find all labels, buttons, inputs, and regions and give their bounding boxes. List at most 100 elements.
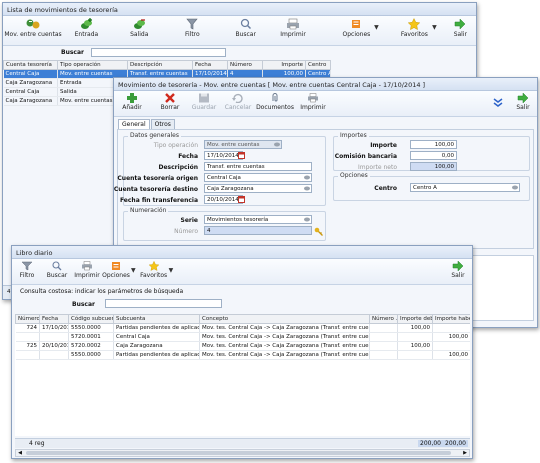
delete-icon (165, 93, 175, 103)
col-numero-asiento[interactable]: Número ... (15, 314, 40, 324)
documentos-button[interactable]: Documentos (256, 93, 294, 111)
centro-field[interactable]: Centro A (410, 183, 520, 192)
col-cuenta[interactable]: Cuenta tesorería (3, 60, 58, 70)
libro-favoritos-button[interactable]: Favoritos (140, 261, 168, 279)
opciones-button[interactable]: Opciones (339, 18, 374, 38)
numero-field[interactable]: 4 (204, 226, 312, 235)
libro-opciones-dropdown-arrow[interactable]: ▼ (131, 267, 136, 274)
descripcion-field[interactable]: Transf. entre cuentas (204, 162, 312, 171)
opciones-label: Opciones (342, 31, 371, 38)
col-fecha[interactable]: Fecha (39, 314, 69, 324)
scroll-right-icon[interactable]: ▶ (461, 450, 469, 456)
descripcion-label: Descripción (158, 164, 199, 171)
borrar-button[interactable]: Borrar (156, 93, 184, 111)
salir-label: Salir (453, 31, 467, 38)
scroll-left-icon[interactable]: ◀ (16, 450, 24, 456)
salir-button[interactable]: Salir (449, 18, 472, 38)
tab-general[interactable]: General (118, 119, 150, 129)
exit-arrow-icon (517, 93, 529, 103)
filter-icon (186, 18, 198, 30)
col-importe[interactable]: Importe (262, 60, 306, 70)
destino-field[interactable]: Caja Zaragozana (204, 184, 312, 193)
opciones-group-title: Opciones (338, 172, 370, 179)
col-subcuenta[interactable]: Subcuenta (113, 314, 200, 324)
libro-buscar-button[interactable]: Buscar (44, 261, 70, 279)
cell-subcuenta: Caja Zaragozana (113, 341, 200, 351)
col-numero-doc[interactable]: Número ... (369, 314, 398, 324)
filtro-button[interactable]: Filtro (175, 18, 210, 38)
mov-entre-cuentas-button[interactable]: Mov. entre cuentas (4, 18, 62, 38)
coins-out-icon (134, 19, 146, 29)
imprimir-button[interactable]: Imprimir (275, 18, 310, 38)
tab-otros[interactable]: Otros (150, 119, 175, 129)
cell-haber (432, 323, 470, 333)
search-icon (240, 18, 251, 30)
table-row[interactable]: 5550.0000 Partidas pendientes de aplicac… (15, 350, 470, 360)
entrada-button[interactable]: Entrada (67, 18, 106, 38)
serie-field[interactable]: Movimientos tesorería (204, 215, 312, 224)
col-descripcion[interactable]: Descripción (127, 60, 193, 70)
total-debe: 200,00 (418, 440, 443, 447)
col-importe-haber[interactable]: Importe haber (432, 314, 470, 324)
col-fecha[interactable]: Fecha (192, 60, 228, 70)
calendar-icon[interactable] (238, 152, 245, 159)
numero-label: Número (174, 228, 198, 235)
table-row[interactable]: 724 17/10/2014 5550.0000 Partidas pendie… (15, 323, 470, 333)
libro-filtro-button[interactable]: Filtro (16, 261, 38, 279)
libro-imprimir-button[interactable]: Imprimir (74, 261, 100, 279)
favoritos-button[interactable]: Favoritos (397, 18, 432, 38)
libro-favoritos-label: Favoritos (140, 272, 168, 279)
libro-salir-button[interactable]: Salir (448, 261, 468, 279)
dropdown-icon (304, 217, 310, 222)
cell-concepto: Mov. tes. Central Caja -> Caja Zaragozan… (199, 332, 370, 342)
centro-label: Centro (374, 185, 397, 192)
exit-arrow-icon (452, 261, 464, 271)
libro-search-label: Buscar (72, 301, 95, 308)
importe-field[interactable]: 100,00 (410, 140, 457, 149)
cell-fecha: 17/10/2014 (39, 323, 69, 333)
origen-field[interactable]: Central Caja (204, 173, 312, 182)
col-importe-debe[interactable]: Importe debe (397, 314, 433, 324)
buscar-button[interactable]: Buscar (228, 18, 263, 38)
calendar-icon[interactable] (238, 196, 245, 203)
libro-favoritos-dropdown-arrow[interactable]: ▼ (169, 267, 174, 274)
libro-opciones-label: Opciones (102, 272, 130, 279)
col-centro[interactable]: Centro (305, 60, 331, 70)
col-codigo-subcuenta[interactable]: Código subcuenta (68, 314, 114, 324)
cancelar-button[interactable]: Cancelar (224, 93, 252, 111)
libro-filtro-label: Filtro (19, 272, 35, 279)
printer-icon (82, 261, 92, 271)
table-row[interactable]: 725 20/10/2014 5720.0002 Caja Zaragozana… (15, 341, 470, 351)
comision-field[interactable]: 0,00 (410, 151, 457, 160)
horizontal-scrollbar[interactable]: ◀ ▶ (15, 449, 470, 457)
libro-search-input[interactable] (105, 299, 222, 308)
collapse-chevrons-icon[interactable] (493, 98, 503, 108)
col-concepto[interactable]: Concepto (199, 314, 370, 324)
opciones-dropdown-arrow[interactable]: ▼ (374, 24, 379, 31)
detail-window-title: Movimiento de tesorería - Mov. entre cue… (114, 78, 537, 91)
options-icon (112, 262, 120, 270)
tipo-operacion-field[interactable]: Mov. entre cuentas (204, 140, 282, 149)
cell-concepto: Mov. tes. Central Caja -> Caja Zaragozan… (199, 323, 370, 333)
table-row[interactable]: 5720.0001 Central Caja Mov. tes. Central… (15, 332, 470, 342)
key-icon[interactable] (314, 227, 323, 236)
origen-label: Cuenta tesorería origen (117, 175, 198, 182)
salida-button[interactable]: Salida (120, 18, 159, 38)
detail-imprimir-button[interactable]: Imprimir (298, 93, 328, 111)
libro-opciones-button[interactable]: Opciones (102, 261, 130, 279)
datos-generales-title: Datos generales (128, 132, 181, 139)
cell-haber: 100,00 (432, 332, 470, 342)
favoritos-dropdown-arrow[interactable]: ▼ (432, 24, 437, 31)
detail-imprimir-label: Imprimir (300, 104, 326, 111)
guardar-button[interactable]: Guardar (190, 93, 218, 111)
cell-debe (397, 350, 433, 360)
libro-buscar-label: Buscar (46, 272, 68, 279)
main-search-input[interactable] (91, 48, 226, 57)
anadir-button[interactable]: Añadir (118, 93, 146, 111)
cell-concepto: Mov. tes. Central Caja -> Caja Zaragozan… (199, 341, 370, 351)
detail-salir-button[interactable]: Salir (513, 93, 533, 111)
col-tipo[interactable]: Tipo operación (57, 60, 128, 70)
main-table-header: Cuenta tesorería Tipo operación Descripc… (3, 60, 331, 70)
col-numero[interactable]: Número (227, 60, 263, 70)
scroll-thumb[interactable] (26, 451, 451, 455)
